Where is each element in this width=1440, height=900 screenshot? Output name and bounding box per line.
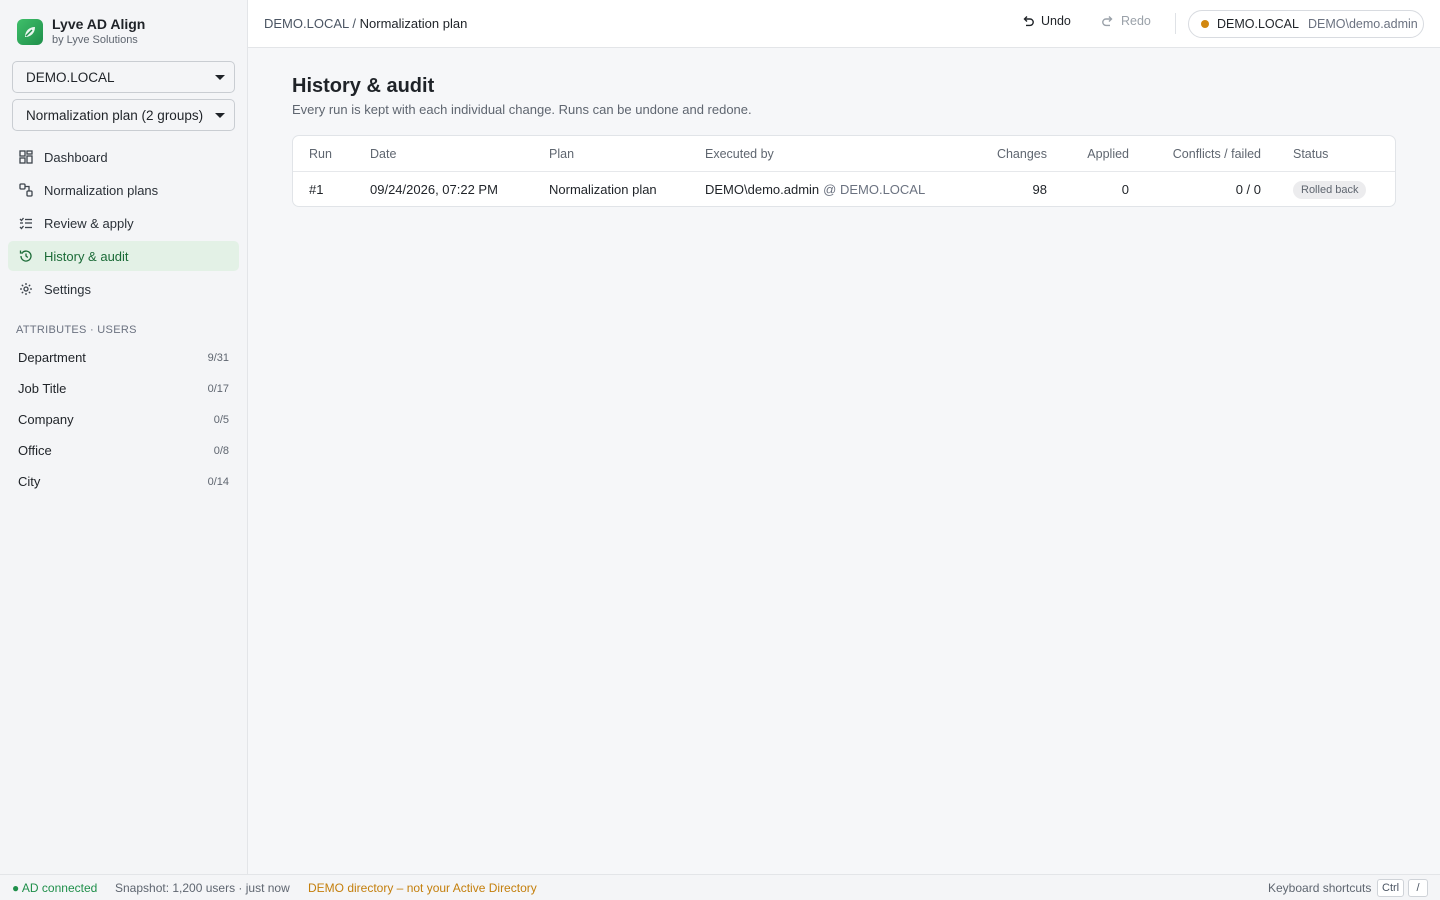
connection-pill[interactable]: DEMO.LOCAL DEMO\demo.admin (1188, 10, 1424, 38)
attribute-list: Department 9/31 Job Title 0/17 Company 0… (8, 342, 239, 497)
nav-item-normalization-plans[interactable]: Normalization plans (8, 175, 239, 205)
nav-item-settings[interactable]: Settings (8, 274, 239, 304)
app-subtitle: by Lyve Solutions (52, 34, 138, 46)
column-header-changes: Changes (996, 146, 1047, 161)
nav-item-dashboard[interactable]: Dashboard (8, 142, 239, 172)
domain-select-value: DEMO.LOCAL (26, 69, 115, 85)
checklist-icon (18, 215, 34, 231)
dashboard-icon (18, 149, 34, 165)
undo-label: Undo (1041, 14, 1071, 28)
column-header-date: Date (370, 146, 397, 161)
executed-by-user: DEMO\demo.admin (705, 182, 820, 197)
column-header-conflicts: Conflicts / failed (1172, 146, 1261, 161)
column-header-run: Run (309, 146, 332, 161)
attribute-count: 0/17 (207, 382, 229, 395)
ad-connection-status: ● AD connected (12, 881, 98, 895)
cell-changes: 98 (1032, 182, 1047, 197)
undo-button[interactable]: Undo (1021, 14, 1071, 28)
breadcrumb-current: Normalization plan (359, 16, 468, 31)
chevron-down-icon (215, 75, 225, 80)
plans-icon (18, 182, 34, 198)
domain-select[interactable]: DEMO.LOCAL (12, 61, 235, 93)
attribute-item-company[interactable]: Company 0/5 (8, 404, 239, 435)
nav-item-history-audit[interactable]: History & audit (8, 241, 239, 271)
connection-domain: DEMO.LOCAL (1217, 17, 1299, 31)
gear-icon (18, 281, 34, 297)
attribute-item-office[interactable]: Office 0/8 (8, 435, 239, 466)
executed-by-domain: @ DEMO.LOCAL (823, 182, 926, 197)
table-row[interactable]: #1 09/24/2026, 07:22 PM Normalization pl… (293, 172, 1395, 206)
cell-applied: 0 (1121, 182, 1129, 197)
nav-label: Review & apply (44, 215, 134, 231)
history-table: Run Date Plan Executed by Changes Applie… (292, 135, 1396, 207)
main-content: History & audit Every run is kept with e… (248, 48, 1440, 874)
cell-date: 09/24/2026, 07:22 PM (370, 182, 498, 197)
kbd-ctrl: Ctrl (1377, 879, 1405, 897)
connection-status-dot (1201, 20, 1209, 28)
nav-label: Normalization plans (44, 182, 159, 198)
cell-status: Rolled back (1293, 172, 1367, 206)
snapshot-info: Snapshot: 1,200 users · just now (115, 881, 290, 895)
page-subtitle: Every run is kept with each individual c… (292, 102, 752, 117)
kbd-slash: / (1408, 879, 1428, 897)
page-title: History & audit (292, 75, 435, 97)
column-header-applied: Applied (1087, 146, 1129, 161)
cell-executed-by: DEMO\demo.admin @ DEMO.LOCAL (705, 172, 926, 206)
keyboard-shortcuts-link[interactable]: Keyboard shortcuts (1268, 881, 1371, 895)
attribute-count: 0/14 (207, 475, 229, 488)
attribute-label: City (18, 474, 41, 489)
connection-user: DEMO\demo.admin (1307, 17, 1418, 31)
attribute-label: Job Title (18, 381, 67, 396)
plan-select[interactable]: Normalization plan (2 groups) (12, 99, 235, 131)
nav-label: Dashboard (44, 149, 108, 165)
sidebar: Lyve AD Align by Lyve Solutions DEMO.LOC… (0, 0, 248, 874)
column-header-plan: Plan (549, 146, 575, 161)
attribute-count: 0/5 (213, 413, 229, 426)
redo-button[interactable]: Redo (1101, 14, 1151, 28)
table-header-row: Run Date Plan Executed by Changes Applie… (293, 136, 1395, 172)
header-divider (1175, 13, 1176, 34)
breadcrumb-separator: / (352, 16, 357, 31)
column-header-status: Status (1293, 146, 1329, 161)
redo-label: Redo (1121, 14, 1151, 28)
attribute-item-job-title[interactable]: Job Title 0/17 (8, 373, 239, 404)
demo-warning: DEMO directory – not your Active Directo… (308, 881, 537, 895)
attribute-count: 0/8 (213, 444, 229, 457)
attribute-item-city[interactable]: City 0/14 (8, 466, 239, 497)
status-badge: Rolled back (1293, 180, 1367, 199)
plan-select-value: Normalization plan (2 groups) (26, 107, 204, 123)
main-nav: Dashboard Normalization plans Review & a… (8, 142, 239, 307)
nav-label: Settings (44, 281, 91, 297)
attribute-item-department[interactable]: Department 9/31 (8, 342, 239, 373)
app-logo-icon (17, 18, 43, 45)
nav-item-review-apply[interactable]: Review & apply (8, 208, 239, 238)
breadcrumb: DEMO.LOCAL / Normalization plan (264, 16, 467, 31)
undo-icon (1023, 16, 1034, 27)
brand[interactable]: Lyve AD Align by Lyve Solutions (17, 16, 145, 47)
nav-label: History & audit (44, 248, 129, 264)
cell-plan: Normalization plan (549, 182, 657, 197)
chevron-down-icon (215, 113, 225, 118)
redo-icon (1102, 16, 1113, 27)
attribute-label: Office (18, 443, 52, 458)
cell-run: #1 (309, 182, 324, 197)
column-header-executed-by: Executed by (705, 146, 774, 161)
app-title: Lyve AD Align (52, 16, 146, 32)
breadcrumb-root[interactable]: DEMO.LOCAL (264, 16, 349, 31)
history-icon (18, 248, 34, 264)
attribute-label: Department (18, 350, 86, 365)
attribute-label: Company (18, 412, 74, 427)
cell-conflicts: 0 / 0 (1235, 182, 1261, 197)
status-bar: ● AD connected Snapshot: 1,200 users · j… (0, 874, 1440, 900)
attributes-section-label: ATTRIBUTES · USERS (16, 324, 137, 336)
attribute-count: 9/31 (207, 351, 229, 364)
top-bar: DEMO.LOCAL / Normalization plan Undo Red… (248, 0, 1440, 48)
